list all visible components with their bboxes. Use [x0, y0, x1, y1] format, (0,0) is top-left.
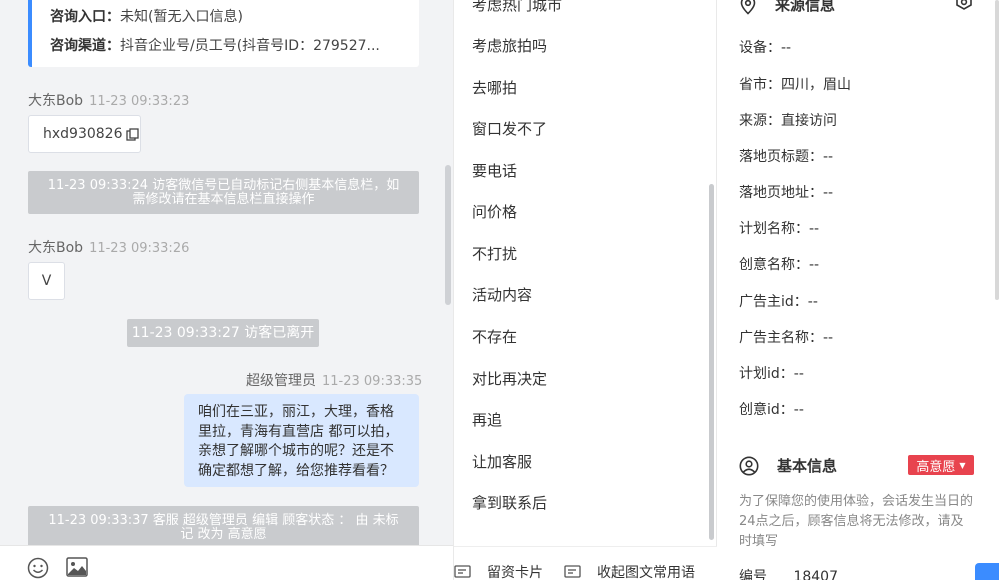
message-time: 11-23 09:33:23: [89, 94, 190, 109]
id-field: 编号 18407: [739, 566, 838, 580]
collapse-phrases-label: 收起图文常用语: [597, 565, 695, 580]
channel-label: 咨询渠道：: [50, 38, 120, 54]
phrase-item[interactable]: 让加客服: [472, 451, 532, 472]
collapse-phrases-button[interactable]: 收起图文常用语: [564, 562, 695, 580]
phrase-item[interactable]: 考虑热门城市: [472, 0, 562, 15]
message-time: 11-23 09:33:26: [89, 241, 190, 256]
phrase-item[interactable]: 窗口发不了: [472, 118, 547, 139]
info-field-landing-url: 落地页地址：--: [739, 185, 834, 201]
message-icon: [564, 564, 589, 580]
chat-scrollbar[interactable]: [445, 165, 451, 305]
intent-status-label: 高意愿: [916, 459, 956, 475]
entry-line: 咨询入口：未知(暂无入口信息): [50, 6, 412, 28]
source-info-header: 来源信息: [739, 0, 835, 15]
lead-card-label: 留资卡片: [487, 565, 543, 580]
phrase-item[interactable]: 要电话: [472, 160, 517, 181]
system-notice: 11-23 09:33:27 访客已离开: [127, 319, 319, 347]
location-icon: [739, 0, 766, 15]
info-field-creative-name: 创意名称：--: [739, 257, 820, 273]
phrase-item[interactable]: 问价格: [472, 201, 517, 222]
sender-name: 超级管理员: [246, 373, 316, 389]
phrase-footer: 留资卡片 收起图文常用语: [454, 546, 718, 580]
basic-info-title: 基本信息: [777, 457, 838, 475]
visitor-message-bubble: hxd930826: [28, 115, 141, 153]
phrase-item[interactable]: 去哪拍: [472, 77, 517, 98]
chat-panel: 咨询入口：未知(暂无入口信息) 咨询渠道：抖音企业号/员工号(抖音号ID：279…: [0, 0, 453, 545]
session-info-card: 咨询入口：未知(暂无入口信息) 咨询渠道：抖音企业号/员工号(抖音号ID：279…: [28, 0, 419, 67]
phrase-item[interactable]: 不存在: [472, 326, 517, 347]
source-info-title: 来源信息: [775, 0, 836, 14]
info-field-source: 来源：直接访问: [739, 113, 837, 129]
image-icon[interactable]: [66, 557, 88, 580]
system-notice: 11-23 09:33:24 访客微信号已自动标记右侧基本信息栏，如需修改请在基…: [28, 171, 419, 214]
user-icon: [739, 456, 768, 476]
entry-value: 未知(暂无入口信息): [120, 9, 243, 25]
visitor-info-panel: 来源信息 设备：-- 省市：四川，眉山 来源：直接访问 落地页标题：-- 落地页…: [717, 0, 999, 580]
channel-value: 抖音企业号/员工号(抖音号ID：279527...: [120, 38, 380, 54]
phrase-item[interactable]: 再追: [472, 409, 502, 430]
channel-line: 咨询渠道：抖音企业号/员工号(抖音号ID：279527...: [50, 35, 412, 57]
message-text: V: [41, 273, 52, 289]
quick-phrase-panel: 考虑热门城市 考虑旅拍吗 去哪拍 窗口发不了 要电话 问价格 不打扰 活动内容 …: [453, 0, 718, 580]
phrase-item[interactable]: 拿到联系后: [472, 492, 547, 513]
id-value[interactable]: 18407: [793, 569, 838, 580]
phrase-item[interactable]: 对比再决定: [472, 368, 547, 389]
basic-info-header: 基本信息: [739, 455, 837, 476]
agent-message-bubble: 咱们在三亚，丽江，大理，香格里拉，青海有直营店 都可以拍，亲想了解哪个城市的呢？…: [184, 394, 419, 487]
input-toolbar: [0, 545, 453, 580]
system-notice: 11-23 09:33:37 客服 超级管理员 编辑 顾客状态 ： 由 未标记 …: [28, 506, 419, 545]
settings-icon[interactable]: [954, 0, 974, 14]
message-time: 11-23 09:33:35: [322, 374, 423, 389]
phrase-item[interactable]: 不打扰: [472, 243, 517, 264]
message-sender: 超级管理员 11-23 09:33:35: [246, 370, 422, 390]
message-sender: 大东Bob 11-23 09:33:26: [28, 237, 189, 257]
id-label: 编号: [739, 569, 767, 580]
lead-card-button[interactable]: 留资卡片: [454, 562, 543, 580]
entry-label: 咨询入口：: [50, 9, 120, 25]
phrase-scrollbar[interactable]: [709, 184, 714, 540]
intent-status-dropdown[interactable]: 高意愿 ▼: [908, 455, 974, 475]
info-field-creative-id: 创意id：--: [739, 402, 804, 418]
info-field-plan-name: 计划名称：--: [739, 221, 820, 237]
edit-notice: 为了保障您的使用体验，会话发生当日的24点之后，顾客信息将无法修改，请及时填写: [739, 494, 974, 549]
emoji-icon[interactable]: [27, 557, 49, 580]
info-field-advertiser-name: 广告主名称：--: [739, 330, 834, 346]
info-field-advertiser-id: 广告主id：--: [739, 294, 818, 310]
info-field-device: 设备：--: [739, 40, 792, 56]
message-sender: 大东Bob 11-23 09:33:23: [28, 90, 189, 110]
info-field-plan-id: 计划id：--: [739, 366, 804, 382]
sender-name: 大东Bob: [28, 240, 84, 256]
copy-icon[interactable]: [125, 127, 139, 141]
info-field-city: 省市：四川，眉山: [739, 77, 851, 93]
phrase-item[interactable]: 活动内容: [472, 284, 532, 305]
caret-down-icon: ▼: [959, 460, 966, 470]
message-text: hxd930826: [43, 126, 123, 142]
card-icon: [454, 564, 479, 580]
visitor-message-bubble: V: [28, 262, 65, 300]
info-scrollbar[interactable]: [995, 0, 999, 300]
phrase-item[interactable]: 考虑旅拍吗: [472, 35, 547, 56]
sender-name: 大东Bob: [28, 93, 84, 109]
floating-action-button[interactable]: [975, 563, 999, 580]
info-field-landing-title: 落地页标题：--: [739, 149, 834, 165]
